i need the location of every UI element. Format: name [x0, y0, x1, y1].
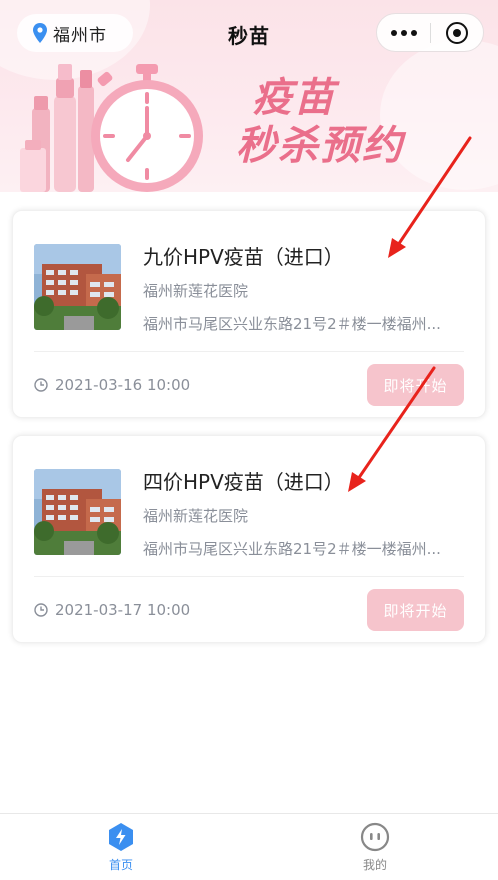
- vaccine-name: 九价HPV疫苗（进口）: [143, 245, 344, 269]
- hospital-name: 福州新莲花医院: [143, 282, 249, 300]
- hospital-photo: [34, 244, 121, 330]
- card-divider: [34, 576, 464, 577]
- clock-icon: [34, 378, 48, 392]
- start-time: 2021-03-17 10:00: [34, 601, 190, 619]
- hospital-photo: [34, 469, 121, 555]
- coming-soon-button[interactable]: 即将开始: [367, 589, 464, 631]
- lightning-home-icon: [109, 823, 133, 851]
- start-time: 2021-03-16 10:00: [34, 376, 190, 394]
- tab-mine-label: 我的: [362, 858, 387, 872]
- tab-home-label: 首页: [108, 858, 133, 872]
- banner-line-1: 疫苗: [252, 75, 336, 121]
- vaccine-card[interactable]: 四价HPV疫苗（进口） 福州新莲花医院 福州市马尾区兴业东路21号2＃楼一楼福州…: [12, 435, 486, 643]
- vaccine-card[interactable]: 九价HPV疫苗（进口） 福州新莲花医院 福州市马尾区兴业东路21号2＃楼一楼福州…: [12, 210, 486, 418]
- banner-headline: 疫苗 秒杀预约: [236, 74, 486, 170]
- stopwatch-vials-illustration: [20, 64, 203, 192]
- miniprogram-capsule: [376, 13, 484, 52]
- profile-face-icon: [360, 822, 390, 852]
- start-time-text: 2021-03-17 10:00: [55, 601, 191, 619]
- vaccine-name: 四价HPV疫苗（进口）: [143, 470, 344, 494]
- start-time-text: 2021-03-16 10:00: [55, 376, 191, 394]
- bottom-tab-bar: 首页 我的: [0, 813, 498, 880]
- header-banner: 疫苗 秒杀预约 福州市 秒苗: [0, 0, 498, 192]
- tab-home[interactable]: 首页: [91, 822, 151, 873]
- coming-soon-button[interactable]: 即将开始: [367, 364, 464, 406]
- banner-line-2: 秒杀预约: [236, 123, 404, 169]
- more-options-icon[interactable]: [377, 14, 430, 51]
- hospital-name: 福州新莲花医院: [143, 507, 249, 525]
- clock-icon: [34, 603, 48, 617]
- tab-mine[interactable]: 我的: [345, 822, 405, 873]
- card-divider: [34, 351, 464, 352]
- hospital-address: 福州市马尾区兴业东路21号2＃楼一楼福州...: [143, 540, 441, 558]
- close-miniprogram-icon[interactable]: [431, 14, 483, 51]
- hospital-address: 福州市马尾区兴业东路21号2＃楼一楼福州...: [143, 315, 441, 333]
